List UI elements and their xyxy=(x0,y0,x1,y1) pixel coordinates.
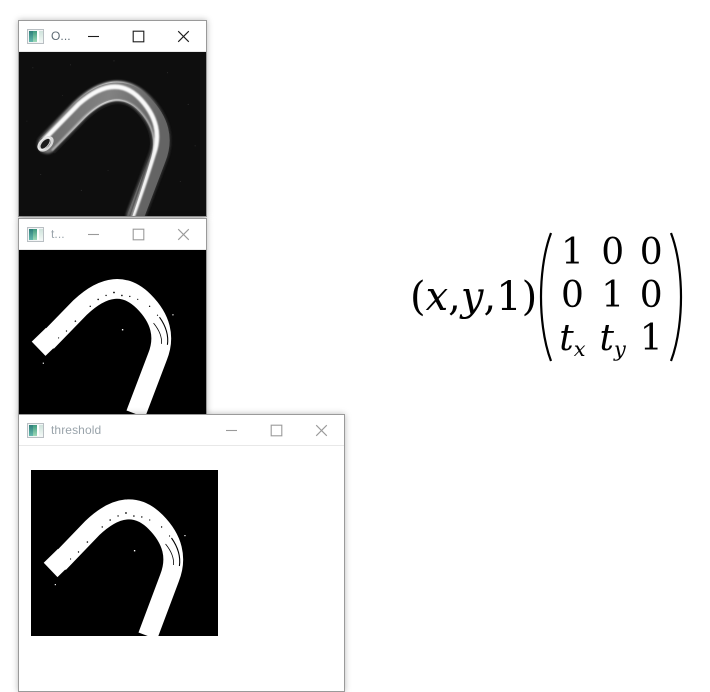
close-button-threshold[interactable] xyxy=(299,415,344,445)
maximize-button-original[interactable] xyxy=(116,21,161,51)
maximize-button-threshold-small[interactable] xyxy=(116,219,161,249)
window-threshold[interactable]: threshold xyxy=(18,414,345,692)
row-vector-close-paren: ) xyxy=(521,274,538,320)
close-button-threshold-small[interactable] xyxy=(161,219,206,249)
row-vector-comma-1: , xyxy=(448,274,461,320)
matrix-cell-r0c2: 0 xyxy=(639,231,663,273)
row-vector-open-paren: ( xyxy=(410,274,426,320)
window-original[interactable]: O... xyxy=(18,20,207,217)
close-icon xyxy=(315,424,328,436)
image-canvas-original xyxy=(19,52,206,216)
row-vector-one: 1 xyxy=(496,274,522,320)
matrix-cells: 1 0 0 0 1 0 tx ty 1 xyxy=(552,232,669,362)
matrix-row: tx ty 1 xyxy=(552,318,669,362)
maximize-icon xyxy=(132,30,145,42)
window-title-threshold-small: t... xyxy=(51,227,65,241)
client-area-threshold xyxy=(19,446,344,691)
matrix: 1 0 0 0 1 0 tx ty 1 xyxy=(538,232,683,362)
matrix-cell-r0c0: 1 xyxy=(560,231,584,273)
image-viewer-icon xyxy=(27,226,44,242)
minimize-button-original[interactable] xyxy=(71,21,116,51)
minimize-button-threshold-small[interactable] xyxy=(71,219,116,249)
row-vector-comma-2: , xyxy=(483,274,497,320)
window-title-original: O... xyxy=(51,29,71,43)
image-viewer-icon xyxy=(27,422,44,438)
matrix-cell-r2c1: ty xyxy=(599,317,626,361)
titlebar-threshold[interactable]: threshold xyxy=(19,415,344,446)
window-controls-original xyxy=(71,21,206,51)
client-area-threshold-small xyxy=(19,250,206,414)
maximize-icon xyxy=(270,424,283,436)
client-area-original xyxy=(19,52,206,216)
row-vector-y: y xyxy=(460,274,484,320)
row-vector: (x,y,1) xyxy=(410,277,537,317)
matrix-left-bracket xyxy=(538,232,552,362)
row-vector-x: x xyxy=(425,274,449,320)
matrix-cell-r2c2: 1 xyxy=(639,318,663,360)
translation-matrix-equation: (x,y,1) 1 0 0 0 1 0 tx ty 1 xyxy=(410,232,684,362)
hook-binary-mask xyxy=(19,250,206,414)
hook-photo-grayscale xyxy=(19,52,206,216)
minimize-icon xyxy=(88,35,99,37)
image-canvas-threshold-small xyxy=(19,250,206,414)
matrix-cell-r1c2: 0 xyxy=(639,274,663,316)
close-icon xyxy=(177,30,190,42)
image-viewer-icon xyxy=(27,28,44,44)
matrix-right-bracket xyxy=(670,232,684,362)
close-button-original[interactable] xyxy=(161,21,206,51)
window-controls-threshold xyxy=(209,415,344,445)
close-icon xyxy=(177,228,190,240)
maximize-icon xyxy=(132,228,145,240)
matrix-cell-r1c1: 1 xyxy=(601,274,625,316)
minimize-icon xyxy=(88,233,99,235)
hook-binary-mask xyxy=(31,470,218,636)
matrix-row: 0 1 0 xyxy=(552,275,669,318)
window-threshold-small[interactable]: t... xyxy=(18,218,207,415)
matrix-cell-r0c1: 0 xyxy=(601,231,625,273)
titlebar-original[interactable]: O... xyxy=(19,21,206,52)
image-canvas-threshold xyxy=(31,470,218,636)
window-controls-threshold-small xyxy=(71,219,206,249)
maximize-button-threshold[interactable] xyxy=(254,415,299,445)
matrix-row: 1 0 0 xyxy=(552,232,669,275)
matrix-cell-r1c0: 0 xyxy=(560,274,584,316)
minimize-icon xyxy=(226,429,237,431)
titlebar-threshold-small[interactable]: t... xyxy=(19,219,206,250)
minimize-button-threshold[interactable] xyxy=(209,415,254,445)
matrix-cell-r2c0: tx xyxy=(559,317,586,361)
window-title-threshold: threshold xyxy=(51,423,102,437)
